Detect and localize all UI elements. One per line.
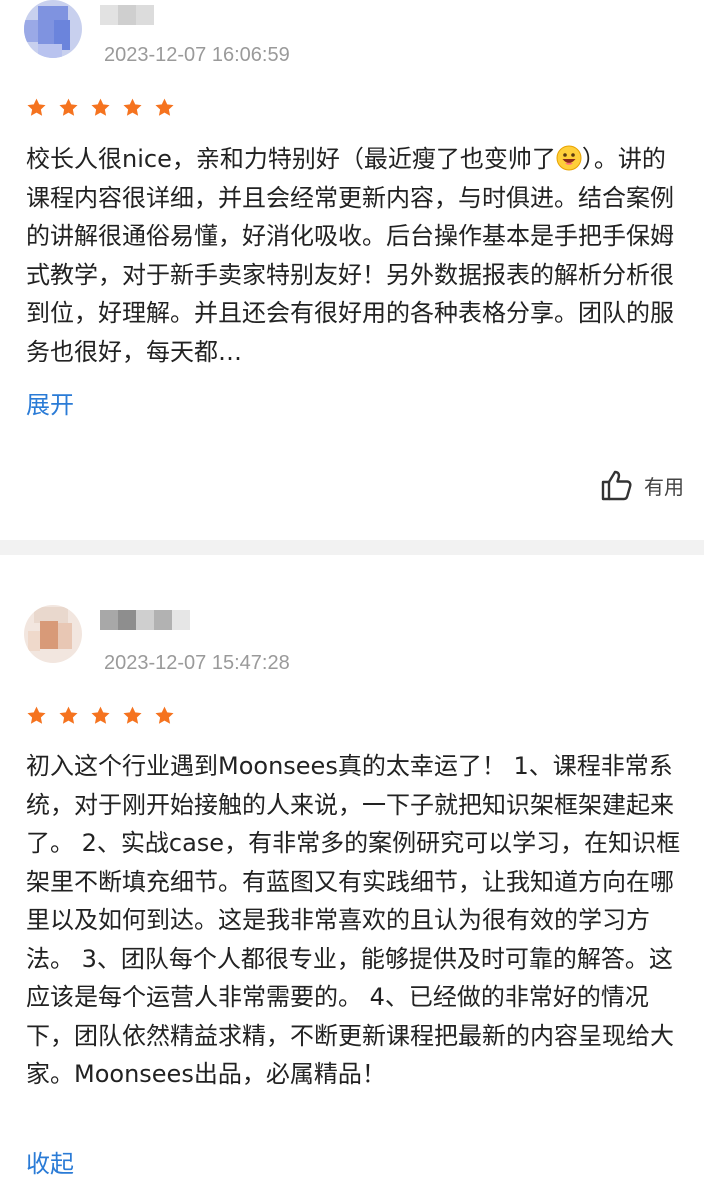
username-blurred [100,610,190,630]
review-card: 2023-12-07 16:06:59 校长人很nice，亲和力特别好（最近瘦了… [0,0,704,540]
star-rating [26,705,175,726]
star-icon [91,706,110,724]
review-text-part: ）。讲的课程内容很详细，并且会经常更新内容，与时俱进。结合案例的讲解很通俗易懂，… [26,145,674,366]
star-icon [27,706,46,724]
review-card: 2023-12-07 15:47:28 初入这个行业遇到Moonsees真的太幸… [0,555,704,1185]
review-date: 2023-12-07 15:47:28 [104,652,290,674]
review-date: 2023-12-07 16:06:59 [104,44,290,66]
star-icon [155,706,174,724]
avatar[interactable] [24,0,82,58]
username-blurred [100,5,154,25]
star-icon [91,98,110,116]
grinning-face-emoji-icon [556,145,582,171]
expand-button[interactable]: 展开 [26,385,74,420]
avatar[interactable] [24,605,82,663]
star-icon [155,98,174,116]
review-text: 校长人很nice，亲和力特别好（最近瘦了也变帅了 ）。讲的课程内容很详细，并且会经… [26,140,686,371]
star-icon [59,706,78,724]
review-text-part: 校长人很nice，亲和力特别好（最近瘦了也变帅了 [26,145,556,173]
star-icon [123,98,142,116]
section-divider [0,540,704,555]
useful-label: 有用 [644,474,684,499]
star-rating [26,97,175,118]
thumbs-up-icon [601,470,632,501]
useful-button[interactable]: 有用 [600,468,684,502]
star-icon [27,98,46,116]
collapse-button[interactable]: 收起 [26,1144,74,1179]
star-icon [123,706,142,724]
star-icon [59,98,78,116]
review-text: 初入这个行业遇到Moonsees真的太幸运了！ 1、课程非常系统，对于刚开始接触… [26,752,681,1088]
